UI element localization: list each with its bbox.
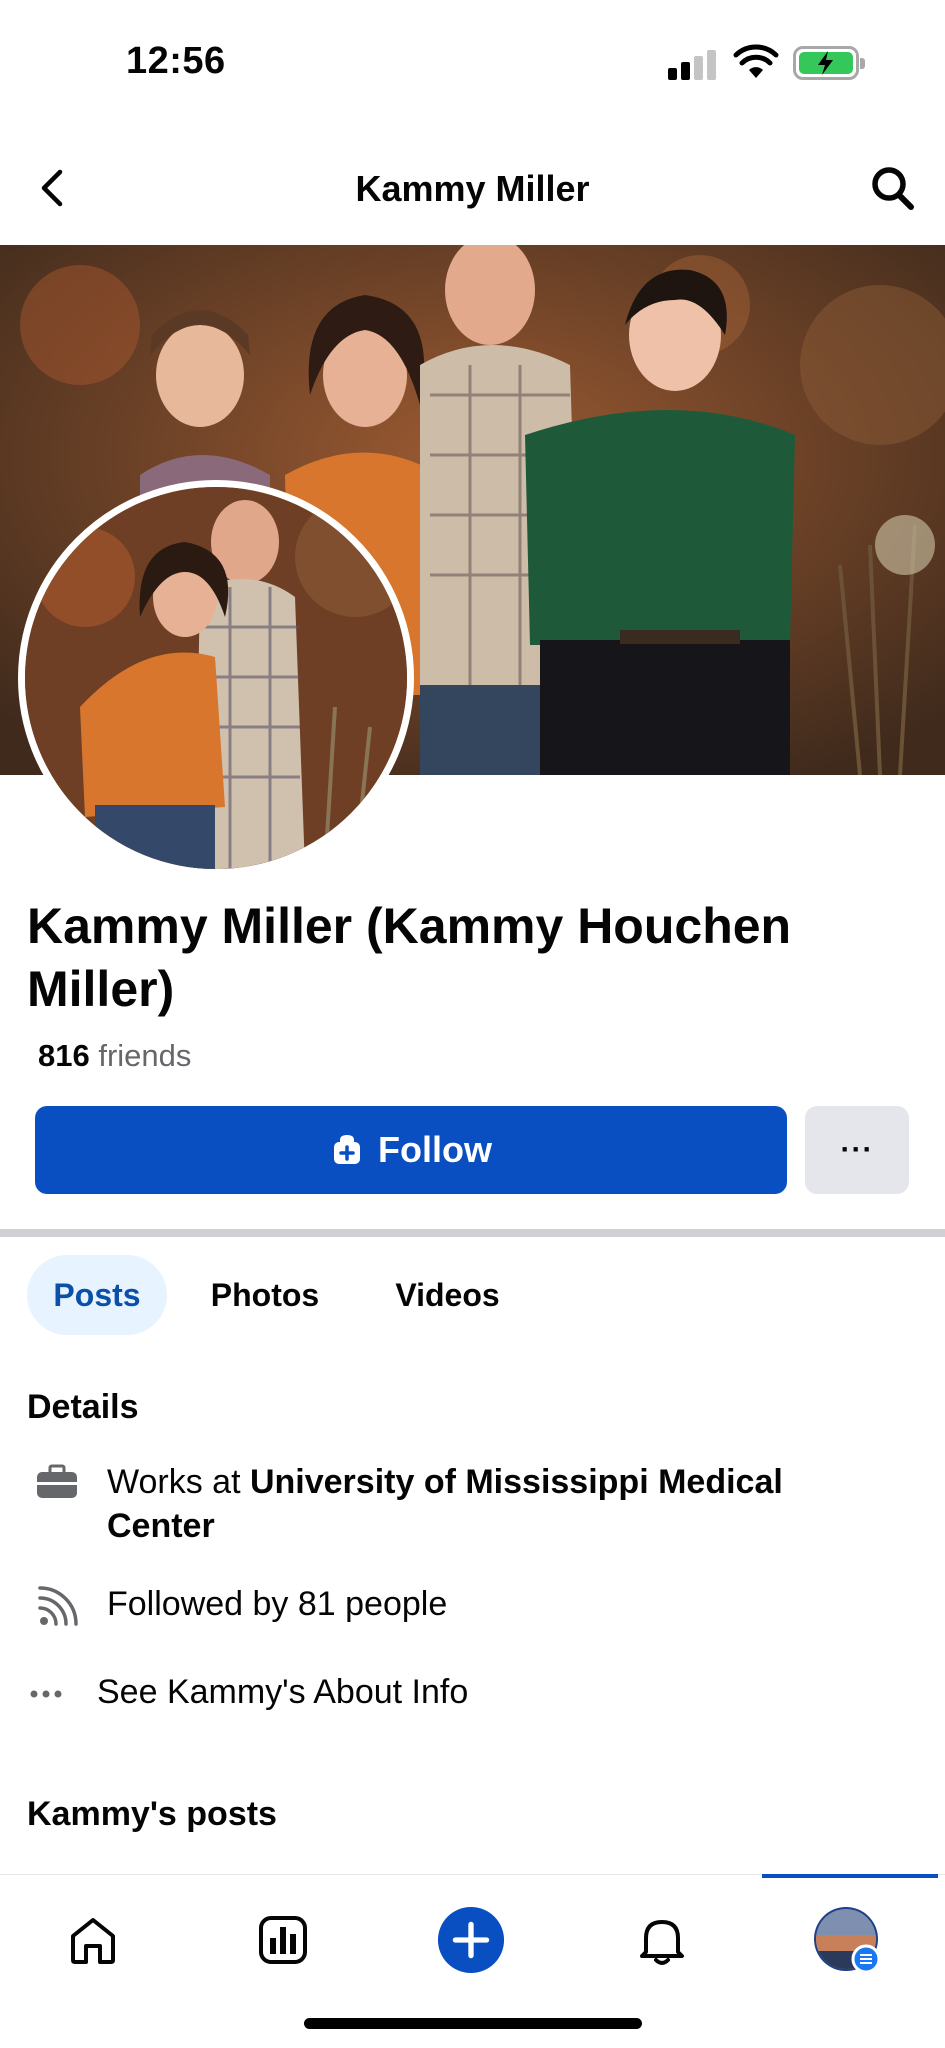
friends-number: 816 bbox=[38, 1038, 90, 1073]
about-info-text: See Kammy's About Info bbox=[97, 1673, 469, 1711]
status-time: 12:56 bbox=[126, 40, 226, 82]
more-options-button[interactable]: ··· bbox=[805, 1106, 909, 1194]
details-title: Details bbox=[27, 1388, 139, 1426]
status-bar: 12:56 bbox=[0, 0, 945, 120]
works-prefix: Works at bbox=[107, 1463, 250, 1501]
tab-videos[interactable]: Videos bbox=[370, 1255, 525, 1335]
posts-title: Kammy's posts bbox=[27, 1795, 277, 1833]
followers-detail[interactable]: Followed by 81 people bbox=[27, 1582, 907, 1632]
cellular-signal-icon bbox=[668, 48, 720, 80]
follow-label: Follow bbox=[378, 1129, 492, 1170]
dashboard-icon[interactable] bbox=[248, 1905, 318, 1975]
briefcase-icon bbox=[37, 1464, 77, 1498]
more-dots-icon bbox=[30, 1690, 62, 1698]
active-tab-indicator bbox=[762, 1874, 938, 1878]
followed-by-text: Followed by 81 people bbox=[107, 1585, 448, 1623]
wifi-icon bbox=[733, 44, 779, 78]
tab-posts[interactable]: Posts bbox=[27, 1255, 167, 1335]
friends-count[interactable]: 816 friends bbox=[38, 1038, 191, 1074]
section-divider bbox=[0, 1229, 945, 1237]
home-indicator bbox=[304, 2018, 642, 2029]
bell-icon[interactable] bbox=[627, 1905, 697, 1975]
search-icon[interactable] bbox=[866, 160, 920, 216]
about-info-link[interactable]: See Kammy's About Info bbox=[27, 1670, 907, 1720]
home-icon[interactable] bbox=[58, 1905, 128, 1975]
profile-avatar-icon[interactable] bbox=[812, 1905, 884, 1977]
tab-photos[interactable]: Photos bbox=[190, 1255, 340, 1335]
create-plus-icon[interactable] bbox=[436, 1905, 506, 1975]
more-dots-icon: ··· bbox=[840, 1133, 874, 1166]
follow-button[interactable]: Follow bbox=[35, 1106, 787, 1194]
work-text: Works at University of Mississippi Medic… bbox=[107, 1460, 887, 1548]
follow-icon bbox=[334, 1135, 360, 1164]
profile-header: Kammy Miller bbox=[0, 130, 945, 245]
rss-followers-icon bbox=[38, 1586, 78, 1626]
profile-picture[interactable] bbox=[18, 480, 414, 876]
battery-icon bbox=[793, 46, 865, 80]
friends-label: friends bbox=[98, 1038, 192, 1073]
header-title: Kammy Miller bbox=[355, 168, 590, 209]
profile-name: Kammy Miller (Kammy Houchen Miller) bbox=[27, 898, 792, 1017]
work-detail: Works at University of Mississippi Medic… bbox=[27, 1460, 907, 1560]
